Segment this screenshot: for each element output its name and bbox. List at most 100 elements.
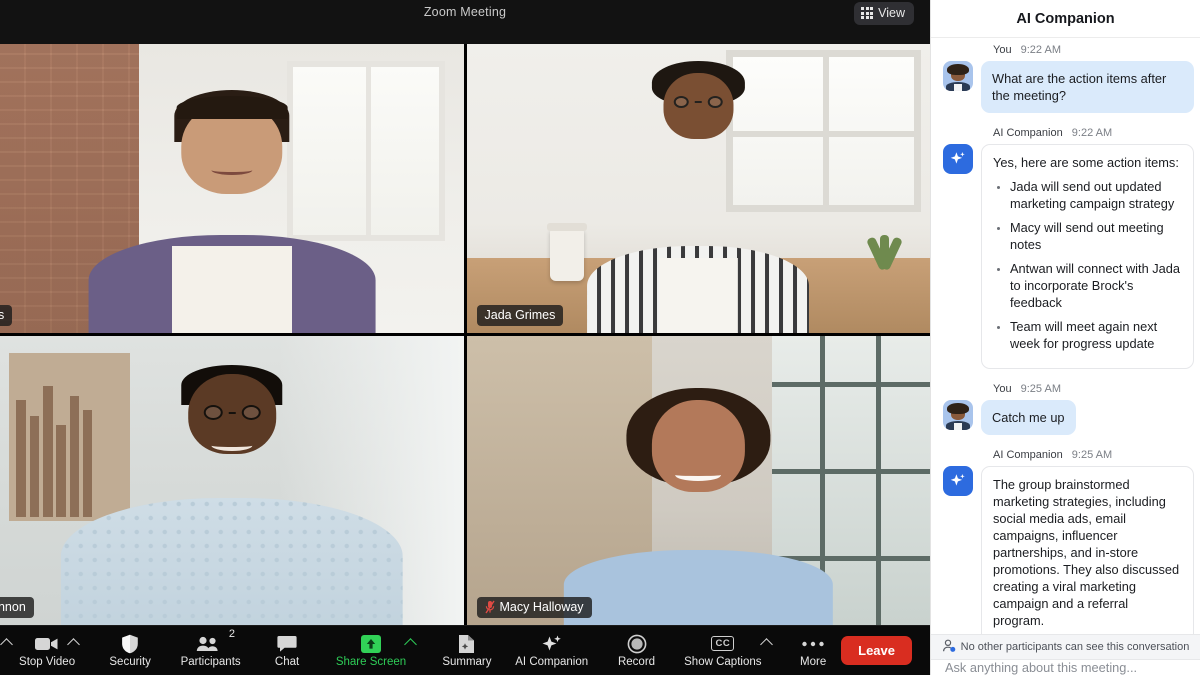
participant-name-tag: avis	[0, 305, 13, 326]
participant-name: Macy Halloway	[499, 600, 584, 614]
shield-icon	[121, 634, 139, 654]
message-body: Yes, here are some action items: Jada wi…	[981, 144, 1194, 369]
video-feed	[466, 44, 930, 333]
toolbar-item-summary[interactable]: Summary	[439, 628, 495, 674]
toolbar-label-record: Record	[617, 655, 656, 668]
record-circle-icon	[627, 634, 647, 654]
ai-companion-panel: AI Companion You 9:22 AM What are the ac…	[930, 0, 1200, 675]
toolbar-label-ai-companion: AI Companion	[515, 655, 589, 668]
toolbar-label-show-captions: Show Captions	[684, 655, 762, 668]
chat-message-assistant-1: AI Companion 9:22 AM Yes, here are some …	[931, 127, 1200, 369]
video-grid: avis	[0, 44, 930, 625]
mic-muted-icon	[484, 600, 495, 614]
message-intro: Yes, here are some action items:	[993, 155, 1179, 170]
toolbar-item-share-screen[interactable]: Share Screen	[335, 628, 417, 674]
video-tile-davis[interactable]: avis	[0, 44, 464, 333]
action-items-list: Jada will send out updated marketing cam…	[999, 178, 1182, 352]
message-text: Catch me up	[981, 400, 1076, 435]
message-text: What are the action items after the meet…	[981, 61, 1194, 113]
leave-button[interactable]: Leave	[841, 636, 913, 665]
participant-name: Jada Grimes	[484, 308, 556, 322]
message-time: 9:25 AM	[1071, 449, 1113, 461]
view-button-label: View	[878, 6, 905, 20]
toolbar-item-stop-video[interactable]: Stop Video	[0, 628, 81, 674]
toolbar-item-record[interactable]: Record	[609, 628, 665, 674]
ai-panel-title: AI Companion	[931, 0, 1200, 38]
participants-icon	[196, 634, 226, 654]
chat-message-user-1: You 9:22 AM What are the action items af…	[931, 44, 1200, 113]
meeting-title: Zoom Meeting	[423, 5, 507, 19]
ai-conversation-list[interactable]: You 9:22 AM What are the action items af…	[931, 38, 1200, 634]
participant-name: Cannon	[0, 600, 26, 614]
chat-message-assistant-2: AI Companion 9:25 AM The group brainstor…	[931, 449, 1200, 634]
toolbar-item-show-captions[interactable]: CC Show Captions	[684, 628, 774, 674]
avatar	[943, 400, 973, 430]
toolbar-label-stop-video: Stop Video	[19, 655, 76, 668]
video-feed	[0, 44, 464, 333]
meeting-toolbar: Stop Video Security 2 Participants Chat …	[0, 625, 930, 675]
video-camera-icon	[35, 634, 59, 654]
grid-icon	[861, 7, 874, 19]
participant-name-tag: Jada Grimes	[476, 305, 564, 326]
sparkle-icon	[541, 634, 563, 654]
privacy-notice-text: No other participants can see this conve…	[960, 641, 1190, 653]
zoom-meeting-window: Zoom Meeting View s Jada Grimes nnon Mac…	[0, 0, 1200, 675]
privacy-notice: No other participants can see this conve…	[931, 634, 1200, 660]
message-author: AI Companion	[993, 127, 1063, 139]
toolbar-item-more[interactable]: More	[785, 628, 841, 674]
toolbar-item-participants[interactable]: 2 Participants	[180, 628, 241, 674]
participants-count-badge: 2	[228, 627, 236, 640]
avatar	[943, 61, 973, 91]
message-meta: You 9:25 AM	[993, 383, 1194, 395]
message-author: You	[993, 44, 1012, 56]
action-item: Antwan will connect with Jada to incorpo…	[1010, 260, 1182, 311]
message-time: 9:25 AM	[1020, 383, 1061, 395]
message-author: AI Companion	[993, 449, 1063, 461]
participant-name-tag: Cannon	[0, 597, 34, 618]
meeting-area: Zoom Meeting View s Jada Grimes nnon Mac…	[0, 0, 930, 675]
message-body: The group brainstormed marketing strateg…	[981, 466, 1194, 634]
action-item: Macy will send out meeting notes	[1010, 219, 1182, 253]
video-menu-caret-icon[interactable]	[67, 637, 81, 651]
video-tile-macy-halloway[interactable]: Macy Halloway	[466, 336, 930, 625]
view-button[interactable]: View	[854, 2, 914, 25]
title-bar: Zoom Meeting View	[0, 0, 930, 44]
video-feed	[0, 336, 464, 625]
toolbar-label-participants: Participants	[180, 655, 241, 668]
cc-icon: CC	[711, 634, 735, 654]
toolbar-label-share-screen: Share Screen	[335, 655, 407, 668]
action-item: Jada will send out updated marketing cam…	[1010, 178, 1182, 212]
participant-name-tag: Macy Halloway	[476, 597, 592, 618]
video-tile-jada-grimes[interactable]: Jada Grimes	[466, 44, 930, 333]
toolbar-label-more: More	[800, 655, 827, 668]
ai-prompt-placeholder: Ask anything about this meeting...	[945, 660, 1138, 675]
private-person-icon	[942, 639, 956, 656]
captions-caret-icon[interactable]	[760, 637, 774, 651]
ai-sparkle-avatar-icon	[943, 466, 973, 496]
toolbar-label-summary: Summary	[442, 655, 492, 668]
share-screen-caret-icon[interactable]	[404, 637, 417, 651]
message-meta: AI Companion 9:25 AM	[993, 449, 1194, 461]
message-author: You	[993, 383, 1012, 395]
action-item: Team will meet again next week for progr…	[1010, 318, 1182, 352]
chat-message-user-2: You 9:25 AM Catch me up	[931, 383, 1200, 435]
toolbar-label-security: Security	[109, 655, 151, 668]
summary-doc-icon	[457, 634, 476, 654]
message-paragraph: The group brainstormed marketing strateg…	[993, 477, 1180, 628]
participant-name: avis	[0, 308, 5, 322]
message-meta: AI Companion 9:22 AM	[993, 127, 1194, 139]
message-time: 9:22 AM	[1071, 127, 1113, 139]
toolbar-item-security[interactable]: Security	[102, 628, 158, 674]
toolbar-label-chat: Chat	[274, 655, 300, 668]
video-tile-cannon[interactable]: Cannon	[0, 336, 464, 625]
toolbar-item-ai-companion[interactable]: AI Companion	[515, 628, 589, 674]
share-screen-icon	[360, 634, 382, 654]
ai-prompt-input[interactable]: Ask anything about this meeting...	[931, 660, 1200, 675]
video-feed	[466, 336, 930, 625]
toolbar-item-chat[interactable]: Chat	[259, 628, 315, 674]
chat-bubble-icon	[277, 634, 297, 654]
message-time: 9:22 AM	[1020, 44, 1061, 56]
message-meta: You 9:22 AM	[993, 44, 1194, 56]
ellipsis-icon	[801, 634, 825, 654]
ai-sparkle-avatar-icon	[943, 144, 973, 174]
